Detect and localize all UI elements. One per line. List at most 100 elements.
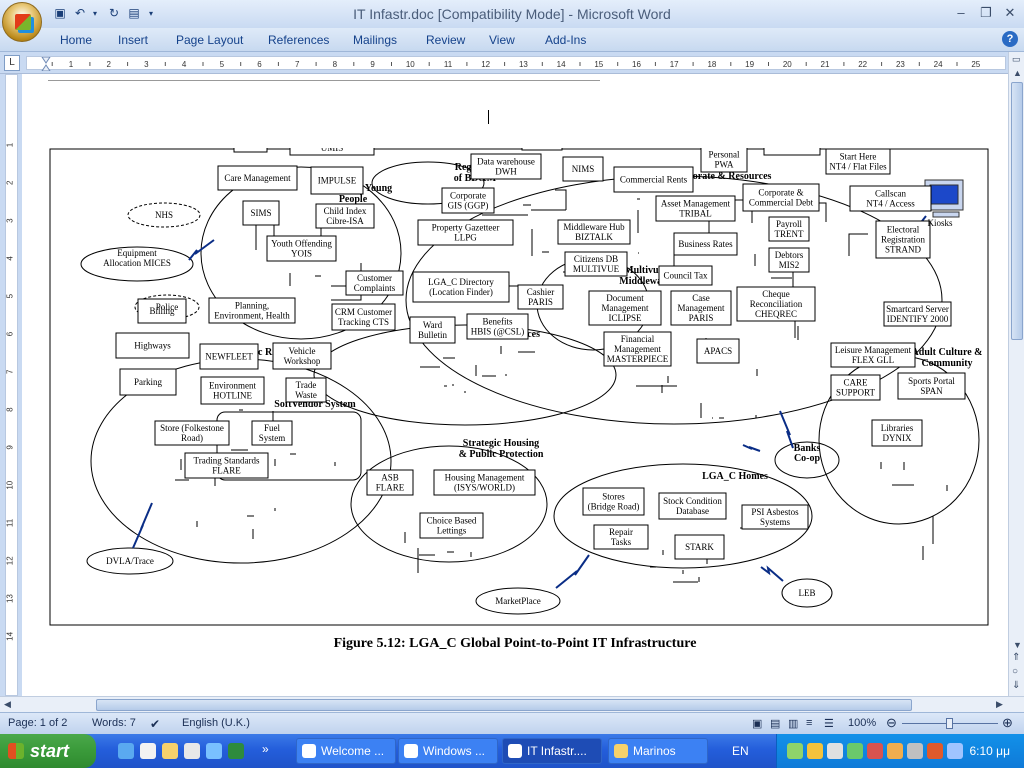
taskbar-btn-marinos[interactable]: Marinos	[608, 738, 708, 764]
help-icon[interactable]: ?	[1002, 31, 1018, 47]
proofing-icon[interactable]: ✔	[150, 717, 160, 731]
box-label-property-gazetteer: LLPG	[454, 233, 477, 243]
language-indicator[interactable]: EN	[732, 744, 749, 758]
ruler-number: 12	[481, 60, 490, 69]
ruler-number: 8	[6, 407, 15, 412]
it-infrastructure-diagram: Children & YoungPeopleRegistrarof BD&MCo…	[49, 148, 989, 626]
vertical-scroll-thumb[interactable]	[1011, 82, 1023, 340]
tray-icon[interactable]	[907, 743, 923, 759]
outline-icon[interactable]: ≡	[806, 717, 812, 729]
scroll-up-icon[interactable]: ▲	[1013, 68, 1022, 78]
group-title-strategic: Strategic Housing	[463, 438, 539, 449]
ruler-number: 11	[6, 518, 15, 527]
select-browse-object-icon[interactable]: ○	[1012, 666, 1018, 677]
ruler-number: 21	[821, 60, 830, 69]
zoom-slider-thumb[interactable]	[946, 718, 953, 729]
text-cursor	[488, 110, 489, 124]
tray-icon[interactable]	[787, 743, 803, 759]
tab-insert[interactable]: Insert	[118, 33, 148, 47]
ruler-number: 3	[6, 218, 15, 223]
prev-page-icon[interactable]: ⇑	[1012, 652, 1020, 663]
zoom-level[interactable]: 100%	[848, 717, 876, 729]
first-line-indent-marker[interactable]	[41, 57, 51, 64]
clock[interactable]: 6:10 μμ	[969, 744, 1010, 758]
taskbar-btn-word[interactable]: IT Infastr....	[502, 738, 602, 764]
tray-icon[interactable]	[867, 743, 883, 759]
box-label-store: Store (Folkestone	[160, 423, 224, 433]
tray-icon[interactable]	[827, 743, 843, 759]
horizontal-scroll-thumb[interactable]	[96, 699, 912, 711]
full-screen-reading-icon[interactable]: ▤	[770, 717, 780, 730]
box-label-crm: CRM Customer	[335, 307, 392, 317]
box-label-start-here: Start Here	[840, 152, 877, 162]
tray-icon[interactable]	[947, 743, 963, 759]
ruler-number: 9	[6, 445, 15, 450]
box-label-payroll: TRENT	[775, 229, 804, 239]
quicklaunch-more-icon[interactable]: »	[262, 742, 269, 756]
box-label-callscan: Callscan	[875, 189, 906, 199]
ribbon-tabs: Home Insert Page Layout References Maili…	[0, 28, 1024, 52]
quicklaunch-folder-icon[interactable]	[162, 743, 178, 759]
external-label-kiosks: Kiosks	[927, 218, 953, 228]
office-button[interactable]	[2, 2, 42, 42]
taskbar-btn-windows[interactable]: Windows ...	[398, 738, 498, 764]
minimize-icon[interactable]: ‒	[950, 4, 972, 22]
box-label-customer-complaints: Customer	[357, 273, 392, 283]
tray-icon[interactable]	[847, 743, 863, 759]
zoom-out-icon[interactable]: ⊖	[886, 715, 897, 731]
page-count[interactable]: Page: 1 of 2	[8, 717, 67, 729]
taskbar-btn-welcome[interactable]: Welcome ...	[296, 738, 396, 764]
box-allbacs	[763, 148, 821, 156]
scroll-left-icon[interactable]: ◀	[4, 699, 11, 710]
quicklaunch-browser-icon[interactable]	[206, 743, 222, 759]
language[interactable]: English (U.K.)	[182, 717, 250, 729]
horizontal-ruler[interactable]: L 1 2 3 4 5 6 7 8 9 10 11 12 13 14 15 16 17 18 19 20 21 22 23 2…	[0, 52, 1024, 74]
box-label-care-support: SUPPORT	[836, 388, 875, 398]
tab-references[interactable]: References	[268, 33, 329, 47]
left-indent-marker[interactable]	[41, 64, 51, 71]
group-title-adult: Adult Culture &	[912, 347, 983, 358]
close-icon[interactable]: ✕	[999, 4, 1021, 22]
box-label-libraries: DYNIX	[883, 433, 912, 443]
tab-add-ins[interactable]: Add-Ins	[545, 33, 586, 47]
tab-page-layout[interactable]: Page Layout	[176, 33, 243, 47]
vertical-ruler[interactable]: 1 2 3 4 5 6 7 8 9 10 11 12 13 14	[0, 74, 22, 696]
scroll-down-icon[interactable]: ▼	[1013, 640, 1022, 650]
taskbar-btn-label: Marinos	[633, 744, 676, 758]
document-page[interactable]: Children & YoungPeopleRegistrarof BD&MCo…	[22, 74, 1008, 696]
zoom-in-icon[interactable]: ⊕	[1002, 715, 1013, 731]
ruler-number: 3	[144, 60, 149, 69]
web-layout-icon[interactable]: ▥	[788, 717, 798, 730]
quicklaunch-app-icon[interactable]	[184, 743, 200, 759]
tab-home[interactable]: Home	[60, 33, 92, 47]
next-page-icon[interactable]: ⇓	[1012, 680, 1020, 691]
box-label-housing-mgmt: (ISYS/WORLD)	[454, 483, 515, 493]
quicklaunch-excel-icon[interactable]	[228, 743, 244, 759]
window-title: IT Infastr.doc [Compatibility Mode] - Mi…	[353, 6, 671, 22]
tab-review[interactable]: Review	[426, 33, 465, 47]
horizontal-scrollbar[interactable]: ◀ ▶	[0, 696, 1024, 712]
quicklaunch-desktop-icon[interactable]	[140, 743, 156, 759]
box-label-sims: SIMS	[250, 208, 271, 218]
print-layout-icon[interactable]: ▣	[752, 717, 762, 730]
vertical-scrollbar[interactable]: ▭ ▲ ▼ ⇑ ○ ⇓	[1008, 52, 1024, 696]
volume-icon[interactable]	[887, 743, 903, 759]
box-label-personal-pwa: Personal	[709, 150, 740, 160]
tab-view[interactable]: View	[489, 33, 515, 47]
draft-icon[interactable]: ☰	[824, 717, 834, 730]
scroll-right-icon[interactable]: ▶	[996, 699, 1003, 710]
box-label-debtors: MIS2	[779, 260, 800, 270]
tab-mailings[interactable]: Mailings	[353, 33, 397, 47]
quicklaunch-ie-icon[interactable]	[118, 743, 134, 759]
tab-selector-icon[interactable]: L	[4, 55, 20, 71]
word-count[interactable]: Words: 7	[92, 717, 136, 729]
box-label-property-gazetteer: Property Gazetteer	[432, 223, 500, 233]
tray-icon[interactable]	[807, 743, 823, 759]
ruler-toggle-icon[interactable]: ▭	[1012, 54, 1021, 65]
box-label-youth-offending: YOIS	[291, 249, 312, 259]
restore-icon[interactable]: ❐	[975, 4, 997, 22]
start-button[interactable]: start	[0, 734, 96, 768]
tray-icon[interactable]	[927, 743, 943, 759]
box-label-newfleet: NEWFLEET	[205, 352, 253, 362]
ruler-number: 10	[6, 480, 15, 489]
